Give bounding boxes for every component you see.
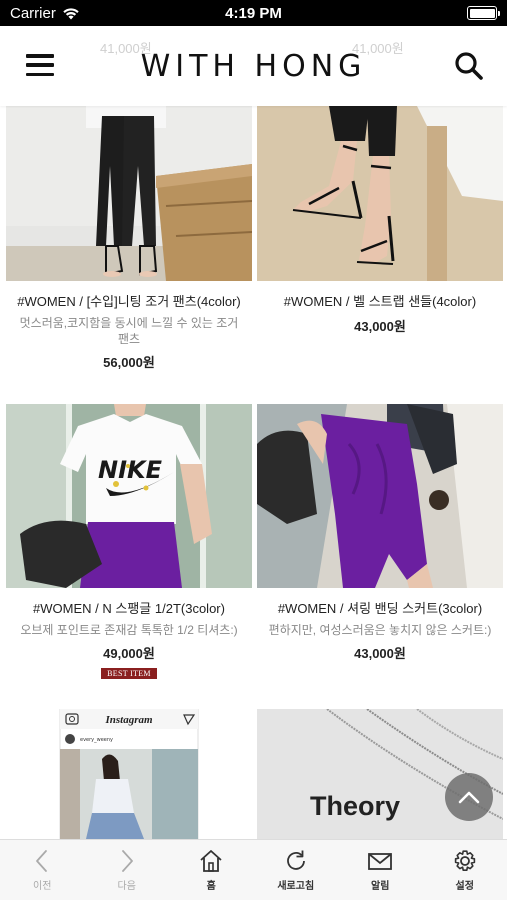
carrier-label: Carrier: [10, 4, 56, 22]
product-title[interactable]: #WOMEN / 셔링 밴딩 스커트(3color): [257, 600, 503, 618]
hamburger-menu-button[interactable]: [26, 54, 54, 76]
menu-icon-bar: [26, 63, 54, 67]
product-card[interactable]: NIKE #WOMEN / N 스팽글 1/2T(3color) 오브제 포인트…: [6, 404, 252, 679]
underlying-price: 41,000원: [100, 41, 152, 56]
product-title[interactable]: #WOMEN / N 스팽글 1/2T(3color): [6, 600, 252, 618]
instagram-logo-text: Instagram: [104, 714, 153, 726]
product-image[interactable]: Instagram every_weeny: [6, 709, 252, 839]
home-button[interactable]: 홈: [169, 840, 254, 900]
theory-logo-text: Theory: [310, 791, 400, 821]
product-image[interactable]: NIKE: [6, 404, 252, 588]
forward-button[interactable]: 다음: [85, 840, 170, 900]
product-description: 편하지만, 여성스러움은 놓치지 않은 스커트:): [268, 623, 492, 637]
chevron-right-icon: [121, 850, 133, 872]
battery-icon: [467, 6, 500, 20]
best-item-badge: BEST ITEM: [101, 668, 157, 679]
brand-logo[interactable]: WITH HONG: [141, 49, 367, 84]
chevron-left-icon: [36, 850, 48, 872]
search-icon[interactable]: [453, 50, 485, 82]
refresh-button[interactable]: 새로고침: [254, 840, 339, 900]
product-title[interactable]: #WOMEN / 벨 스트랩 샌들(4color): [257, 293, 503, 311]
bottom-toolbar: 이전 다음 홈 새로고침 알림 설정: [0, 839, 507, 900]
settings-button[interactable]: 설정: [423, 840, 507, 900]
product-title[interactable]: #WOMEN / [수입]니팅 조거 팬츠(4color): [6, 293, 252, 311]
instagram-username: every_weeny: [80, 737, 113, 743]
tool-label: 설정: [455, 881, 474, 892]
tool-label: 홈: [206, 881, 216, 892]
product-image[interactable]: [257, 404, 503, 588]
product-price: 43,000원: [354, 646, 406, 661]
product-image[interactable]: [257, 106, 503, 281]
scroll-to-top-button[interactable]: [445, 773, 493, 821]
tool-label: 새로고침: [277, 881, 315, 892]
product-card[interactable]: #WOMEN / 벨 스트랩 샌들(4color) 43,000원: [257, 106, 503, 335]
back-button[interactable]: 이전: [0, 840, 85, 900]
tool-label: 알림: [371, 881, 390, 892]
refresh-icon: [286, 850, 305, 870]
mail-icon: [368, 853, 393, 870]
product-card[interactable]: #WOMEN / [수입]니팅 조거 팬츠(4color) 멋스러움,코지함을 …: [6, 106, 252, 371]
home-icon: [200, 850, 222, 872]
menu-icon-bar: [26, 72, 54, 76]
tshirt-print: NIKE: [98, 456, 163, 484]
product-image[interactable]: [6, 106, 252, 281]
product-price: 43,000원: [354, 319, 406, 334]
notifications-button[interactable]: 알림: [338, 840, 423, 900]
product-card[interactable]: Instagram every_weeny: [6, 709, 252, 839]
status-bar: Carrier 4:19 PM: [0, 0, 507, 26]
menu-icon-bar: [26, 54, 54, 58]
product-price: 56,000원: [103, 355, 155, 370]
product-description: 오브제 포인트로 존재감 톡톡한 1/2 티셔츠:): [20, 623, 238, 637]
wifi-icon: [63, 7, 79, 19]
tool-label: 이전: [33, 881, 52, 892]
product-card[interactable]: #WOMEN / 셔링 밴딩 스커트(3color) 편하지만, 여성스러움은 …: [257, 404, 503, 662]
underlying-price: 41,000원: [352, 41, 404, 56]
product-description: 멋스러움,코지함을 동시에 느낄 수 있는 조거 팬츠: [19, 316, 239, 346]
chevron-up-icon: [458, 791, 480, 804]
product-price: 49,000원: [103, 646, 155, 661]
app-header: 41,000원 41,000원 WITH HONG: [0, 26, 507, 106]
tool-label: 다음: [117, 881, 136, 892]
gear-icon: [454, 850, 475, 872]
